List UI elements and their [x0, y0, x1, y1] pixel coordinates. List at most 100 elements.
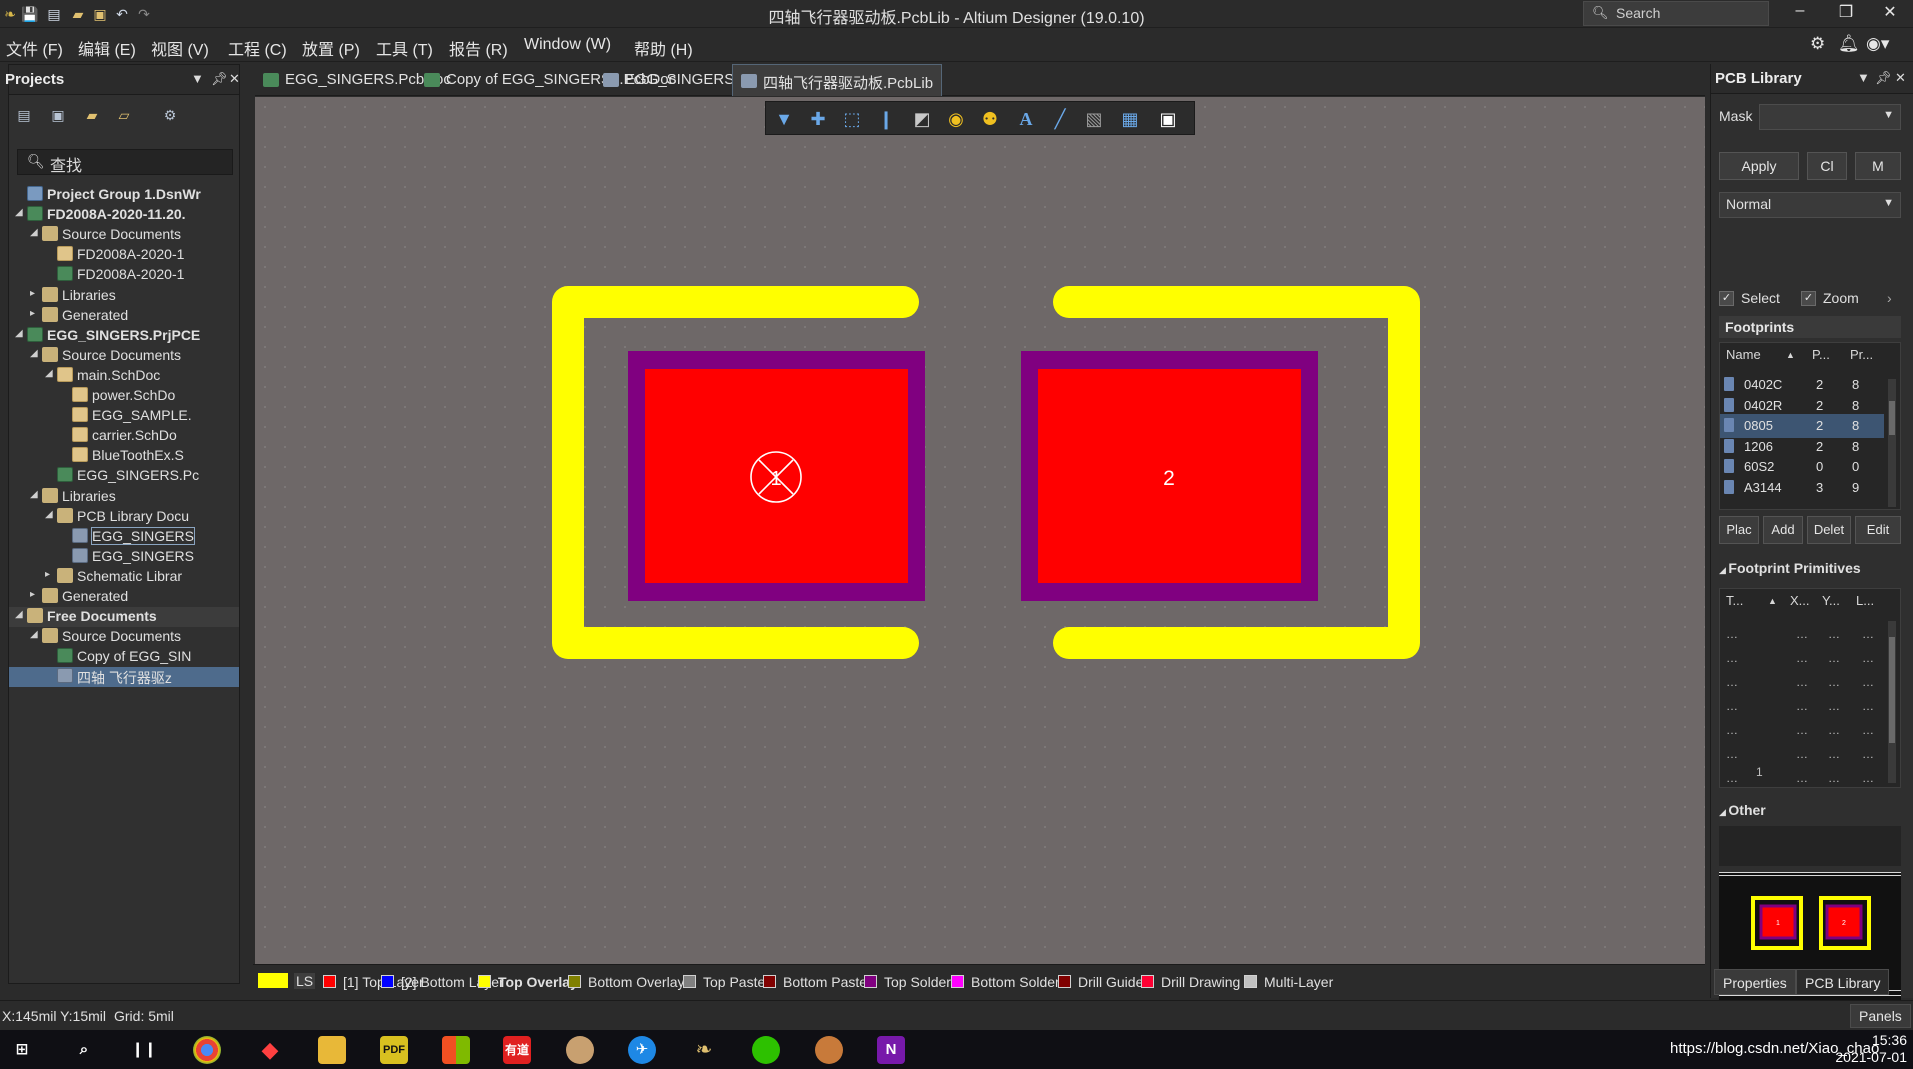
- app-red-icon[interactable]: ◆: [256, 1036, 284, 1064]
- tree-item[interactable]: carrier.SchDo: [9, 426, 239, 446]
- tree-item[interactable]: ▸ Generated: [9, 306, 239, 326]
- via-icon[interactable]: ⚉: [978, 107, 1002, 131]
- panels-button[interactable]: Panels: [1850, 1004, 1911, 1028]
- layer-tab[interactable]: Multi-Layer: [1244, 974, 1333, 990]
- explorer-icon[interactable]: [318, 1036, 346, 1064]
- menu-tools[interactable]: 工具 (T): [376, 36, 433, 60]
- panel-menu-chevron-icon[interactable]: ▼: [191, 71, 204, 86]
- tree-item[interactable]: ◢ Source Documents: [9, 225, 239, 245]
- tree-item[interactable]: FD2008A-2020-1: [9, 265, 239, 285]
- store-icon[interactable]: [442, 1036, 470, 1064]
- zoom-checkbox[interactable]: ✓ Zoom: [1801, 290, 1859, 306]
- layer-tab[interactable]: Bottom Solder: [951, 974, 1060, 990]
- save-all-icon[interactable]: ▤: [44, 4, 64, 24]
- tree-item[interactable]: ◢ FD2008A-2020-11.20.: [9, 205, 239, 225]
- menu-project[interactable]: 工程 (C): [228, 36, 287, 60]
- start-icon[interactable]: ⊞: [8, 1036, 36, 1064]
- panel-menu-chevron-icon[interactable]: ▼: [1857, 70, 1870, 85]
- menu-window[interactable]: Window (W): [524, 36, 611, 54]
- pdf-icon[interactable]: PDF: [380, 1036, 408, 1064]
- chevron-down-icon[interactable]: ▼: [1883, 109, 1894, 121]
- menu-help[interactable]: 帮助 (H): [634, 36, 693, 60]
- undo-icon[interactable]: ↶: [112, 4, 132, 24]
- footprints-scrollbar[interactable]: [1888, 379, 1896, 507]
- onenote-icon[interactable]: N: [877, 1036, 905, 1064]
- expand-toggle-icon[interactable]: ◢: [15, 609, 25, 620]
- pin-icon[interactable]: 📌︎: [1875, 70, 1892, 86]
- app-blue-icon[interactable]: ✈: [628, 1036, 656, 1064]
- projects-search-input[interactable]: 🔍︎ 查找: [17, 149, 233, 175]
- tree-item[interactable]: FD2008A-2020-1: [9, 245, 239, 265]
- tree-item[interactable]: ◢ Source Documents: [9, 627, 239, 647]
- region-icon[interactable]: ▣: [1156, 107, 1180, 131]
- menu-reports[interactable]: 报告 (R): [449, 36, 508, 60]
- layer-tab[interactable]: Top Overlay: [478, 974, 578, 990]
- column-type[interactable]: T...: [1726, 593, 1743, 608]
- sort-ascending-icon[interactable]: ▲: [1768, 596, 1777, 606]
- tree-item[interactable]: ▸ Generated: [9, 587, 239, 607]
- tree-item[interactable]: EGG_SINGERS: [9, 526, 239, 547]
- layer-set-button[interactable]: LS: [294, 973, 316, 989]
- pad-2[interactable]: 2: [1021, 351, 1318, 601]
- expand-toggle-icon[interactable]: ◢: [45, 509, 55, 520]
- pad-1[interactable]: 1: [628, 351, 925, 601]
- other-section-title[interactable]: ◢ Other: [1719, 802, 1766, 818]
- menu-view[interactable]: 视图 (V): [151, 36, 209, 60]
- mode-select[interactable]: Normal ▼: [1719, 192, 1901, 218]
- minimize-button[interactable]: –: [1780, 2, 1820, 26]
- footprint-preview[interactable]: 1 2: [1719, 872, 1901, 1020]
- expand-toggle-icon[interactable]: ▸: [30, 589, 40, 600]
- layer-tab[interactable]: Bottom Paste: [763, 974, 867, 990]
- chevron-down-icon[interactable]: ▼: [1883, 197, 1894, 209]
- tree-item[interactable]: ◢ Free Documents: [9, 607, 239, 628]
- system-clock[interactable]: 15:36 2021-07-01: [1835, 1032, 1907, 1066]
- wechat-icon[interactable]: [752, 1036, 780, 1064]
- save-project-icon[interactable]: ▤: [15, 107, 33, 125]
- select-checkbox[interactable]: ✓ Select: [1719, 290, 1780, 306]
- current-layer-swatch[interactable]: [258, 973, 288, 988]
- chrome-icon[interactable]: [193, 1036, 221, 1064]
- search-icon[interactable]: ⌕: [70, 1036, 98, 1064]
- open-folder-icon[interactable]: ▱: [115, 107, 133, 125]
- menu-place[interactable]: 放置 (P): [302, 36, 360, 60]
- restore-button[interactable]: ❒: [1826, 2, 1866, 26]
- crosshair-icon[interactable]: ✚: [806, 107, 830, 131]
- column-name[interactable]: Name: [1726, 347, 1761, 362]
- expand-toggle-icon[interactable]: ◢: [15, 328, 25, 339]
- open-icon[interactable]: ▰: [68, 4, 88, 24]
- tree-item[interactable]: EGG_SINGERS: [9, 547, 239, 567]
- footprint-drawing[interactable]: 1 2: [255, 97, 1705, 964]
- notifications-icon[interactable]: 🔔︎: [1838, 34, 1860, 54]
- dimension-icon[interactable]: ▧: [1082, 107, 1106, 131]
- align-icon[interactable]: ❙: [874, 107, 898, 131]
- open-document-icon[interactable]: ▰: [83, 107, 101, 125]
- add-button[interactable]: Add: [1763, 516, 1803, 544]
- tree-item[interactable]: 四轴 飞行器驱z: [9, 667, 239, 688]
- select-rect-icon[interactable]: ⬚: [840, 107, 864, 131]
- interactive-route-icon[interactable]: ◩: [910, 107, 934, 131]
- edit-button[interactable]: Edit: [1855, 516, 1901, 544]
- tab-document[interactable]: 四轴飞行器驱动板.PcbLib: [732, 64, 943, 96]
- project-options-icon[interactable]: ⚙: [161, 107, 179, 125]
- tree-item[interactable]: ◢ main.SchDoc: [9, 366, 239, 386]
- expand-toggle-icon[interactable]: ▸: [30, 308, 40, 319]
- panel-close-icon[interactable]: ✕: [1895, 70, 1906, 86]
- open-project-icon[interactable]: ▣: [90, 4, 110, 24]
- task-view-icon[interactable]: ❙❙: [130, 1036, 158, 1064]
- layer-tab[interactable]: Drill Drawing: [1141, 974, 1240, 990]
- tab-pcb-library[interactable]: PCB Library: [1796, 969, 1890, 995]
- save-icon[interactable]: 💾: [20, 4, 40, 24]
- close-button[interactable]: ✕: [1870, 2, 1910, 26]
- app-bear-icon[interactable]: [815, 1036, 843, 1064]
- altium-icon[interactable]: ❧: [690, 1036, 718, 1064]
- youdao-icon[interactable]: 有道: [503, 1036, 531, 1064]
- tree-item[interactable]: ◢ EGG_SINGERS.PrjPCE: [9, 326, 239, 346]
- delete-button[interactable]: Delet: [1807, 516, 1851, 544]
- scrollbar-thumb[interactable]: [1889, 637, 1895, 743]
- apply-button[interactable]: Apply: [1719, 152, 1799, 180]
- primitives-scrollbar[interactable]: [1888, 621, 1896, 783]
- tree-item[interactable]: ◢ Source Documents: [9, 346, 239, 366]
- magnify-button[interactable]: M: [1855, 152, 1901, 180]
- layer-tab[interactable]: Drill Guide: [1058, 974, 1143, 990]
- tree-item[interactable]: Copy of EGG_SIN: [9, 647, 239, 667]
